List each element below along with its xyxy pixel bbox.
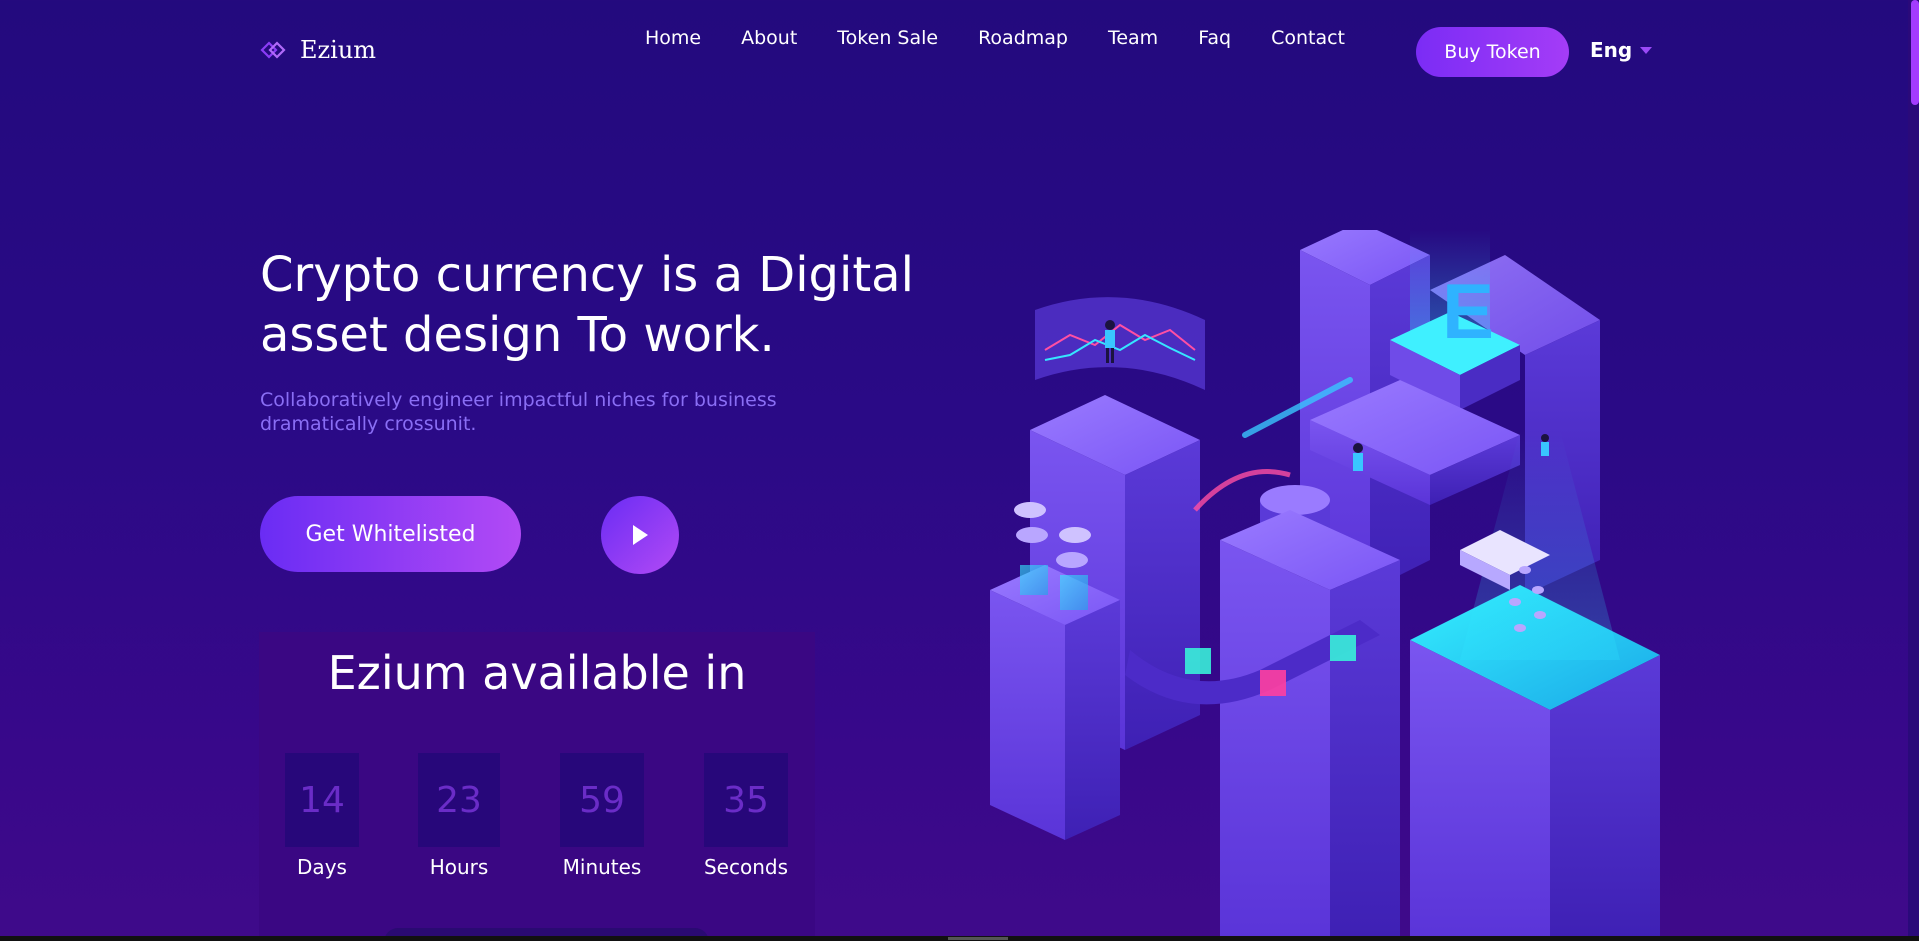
hero-title-line1: Crypto currency is a Digital: [260, 247, 914, 303]
countdown-minutes: 59 Minutes: [560, 753, 644, 879]
hero-title: Crypto currency is a Digital asset desig…: [260, 245, 980, 365]
play-icon: [633, 525, 648, 545]
site-header: Ezium Home About Token Sale Roadmap Team…: [0, 0, 1908, 104]
vertical-scrollbar[interactable]: [1908, 0, 1919, 941]
countdown-hours: 23 Hours: [418, 753, 500, 879]
main-nav: Home About Token Sale Roadmap Team Faq C…: [645, 27, 1385, 49]
illustration-letter: E: [1442, 267, 1494, 355]
countdown-seconds-value: 35: [704, 753, 788, 847]
nav-roadmap[interactable]: Roadmap: [978, 27, 1068, 49]
countdown-days-value: 14: [285, 753, 359, 847]
countdown-days-label: Days: [297, 855, 347, 879]
vertical-scrollbar-thumb[interactable]: [1911, 0, 1919, 105]
get-whitelisted-button[interactable]: Get Whitelisted: [260, 496, 521, 572]
countdown-seconds-label: Seconds: [703, 855, 789, 879]
countdown-minutes-label: Minutes: [562, 855, 642, 879]
hero-title-line2: asset design To work.: [260, 307, 775, 363]
language-label: Eng: [1590, 38, 1633, 62]
countdown-days: 14 Days: [285, 753, 359, 879]
language-selector[interactable]: Eng: [1590, 38, 1653, 62]
brand-name: Ezium: [300, 36, 377, 64]
nav-home[interactable]: Home: [645, 27, 701, 49]
nav-faq[interactable]: Faq: [1198, 27, 1231, 49]
countdown-panel: Ezium available in 14 Days 23 Hours 59 M…: [259, 632, 815, 941]
countdown-seconds: 35 Seconds: [701, 753, 791, 879]
nav-token-sale[interactable]: Token Sale: [837, 27, 938, 49]
countdown-title: Ezium available in: [327, 646, 747, 700]
hero-subtitle: Collaboratively engineer impactful niche…: [260, 388, 880, 436]
buy-token-button[interactable]: Buy Token: [1416, 27, 1569, 77]
countdown-minutes-value: 59: [560, 753, 644, 847]
countdown-hours-value: 23: [418, 753, 500, 847]
horizontal-scrollbar-thumb[interactable]: [948, 937, 1008, 940]
horizontal-scrollbar[interactable]: [0, 936, 1919, 941]
nav-contact[interactable]: Contact: [1271, 27, 1345, 49]
isometric-crypto-illustration: E: [990, 230, 1660, 941]
chart-panel: [1035, 297, 1205, 390]
chevron-down-icon: [1640, 46, 1653, 54]
stair-tower: [990, 565, 1120, 840]
hero-subtitle-line2: dramatically crossunit.: [260, 413, 477, 435]
hero-subtitle-line1: Collaboratively engineer impactful niche…: [260, 389, 777, 411]
nav-about[interactable]: About: [741, 27, 797, 49]
nav-team[interactable]: Team: [1108, 27, 1158, 49]
center-building: [1220, 510, 1400, 941]
right-big-tower: [1410, 430, 1660, 941]
diamond-logo-icon: [260, 41, 286, 59]
brand-logo[interactable]: Ezium: [260, 36, 376, 64]
countdown-hours-label: Hours: [429, 855, 489, 879]
play-video-button[interactable]: [601, 496, 679, 574]
